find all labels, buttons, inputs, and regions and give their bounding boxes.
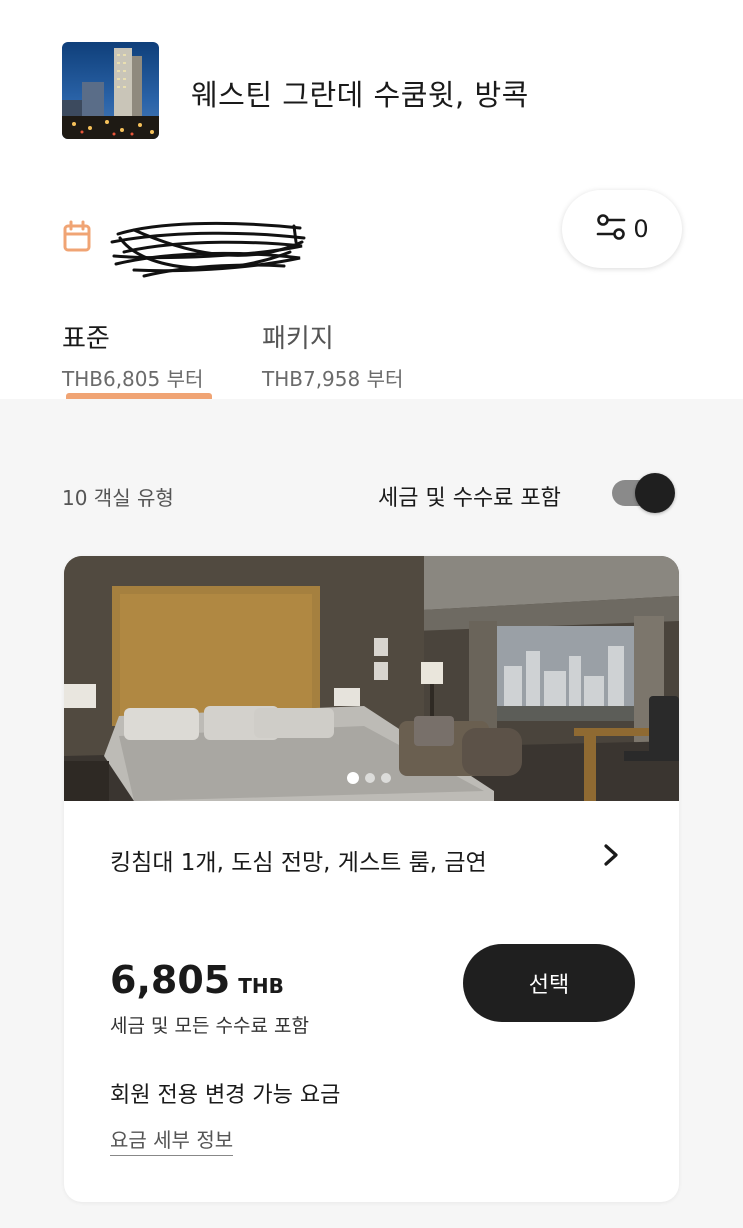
- price-amount: 6,805: [110, 958, 231, 1002]
- price-tax-note: 세금 및 모든 수수료 포함: [110, 1015, 309, 1037]
- room-selection-page: 웨스틴 그란데 수쿰윗, 방콕 0 표준 THB6,805 부터 패키지 THB…: [0, 0, 743, 1228]
- tab-standard[interactable]: 표준 THB6,805 부터: [62, 318, 203, 392]
- room-type-count: 10 객실 유형: [62, 486, 174, 510]
- hotel-thumbnail: [62, 42, 159, 139]
- filter-button[interactable]: 0: [562, 190, 682, 268]
- room-title[interactable]: 킹침대 1개, 도심 전망, 게스트 룸, 금연: [110, 843, 487, 877]
- tab-package[interactable]: 패키지 THB7,958 부터: [262, 318, 403, 392]
- tax-toggle[interactable]: [612, 473, 676, 513]
- rate-name: 회원 전용 변경 가능 요금: [110, 1083, 341, 1108]
- filter-sliders-icon: [595, 213, 627, 245]
- tab-label: 패키지: [262, 324, 334, 354]
- price-currency: THB: [238, 974, 284, 998]
- carousel-indicator: [347, 772, 391, 784]
- room-price: 6,805 THB: [110, 958, 284, 1002]
- select-button[interactable]: 선택: [463, 944, 635, 1022]
- tab-label: 표준: [62, 324, 110, 354]
- chevron-right-icon[interactable]: [600, 842, 622, 868]
- calendar-icon: [62, 220, 92, 254]
- filter-count: 0: [633, 215, 649, 243]
- rate-details-link[interactable]: 요금 세부 정보: [110, 1124, 234, 1156]
- tab-price: THB6,805 부터: [62, 367, 204, 391]
- carousel-dot[interactable]: [381, 773, 391, 783]
- carousel-dot-active[interactable]: [347, 772, 359, 784]
- carousel-dot[interactable]: [365, 773, 375, 783]
- hotel-name: 웨스틴 그란데 수쿰윗, 방콕: [191, 78, 529, 112]
- room-card: 킹침대 1개, 도심 전망, 게스트 룸, 금연 6,805 THB 세금 및 …: [64, 556, 679, 1202]
- toggle-knob: [635, 473, 675, 513]
- redacted-dates[interactable]: [104, 212, 310, 288]
- tax-toggle-label: 세금 및 수수료 포함: [378, 486, 561, 511]
- tab-price: THB7,958 부터: [262, 367, 404, 391]
- room-photo[interactable]: [64, 556, 679, 801]
